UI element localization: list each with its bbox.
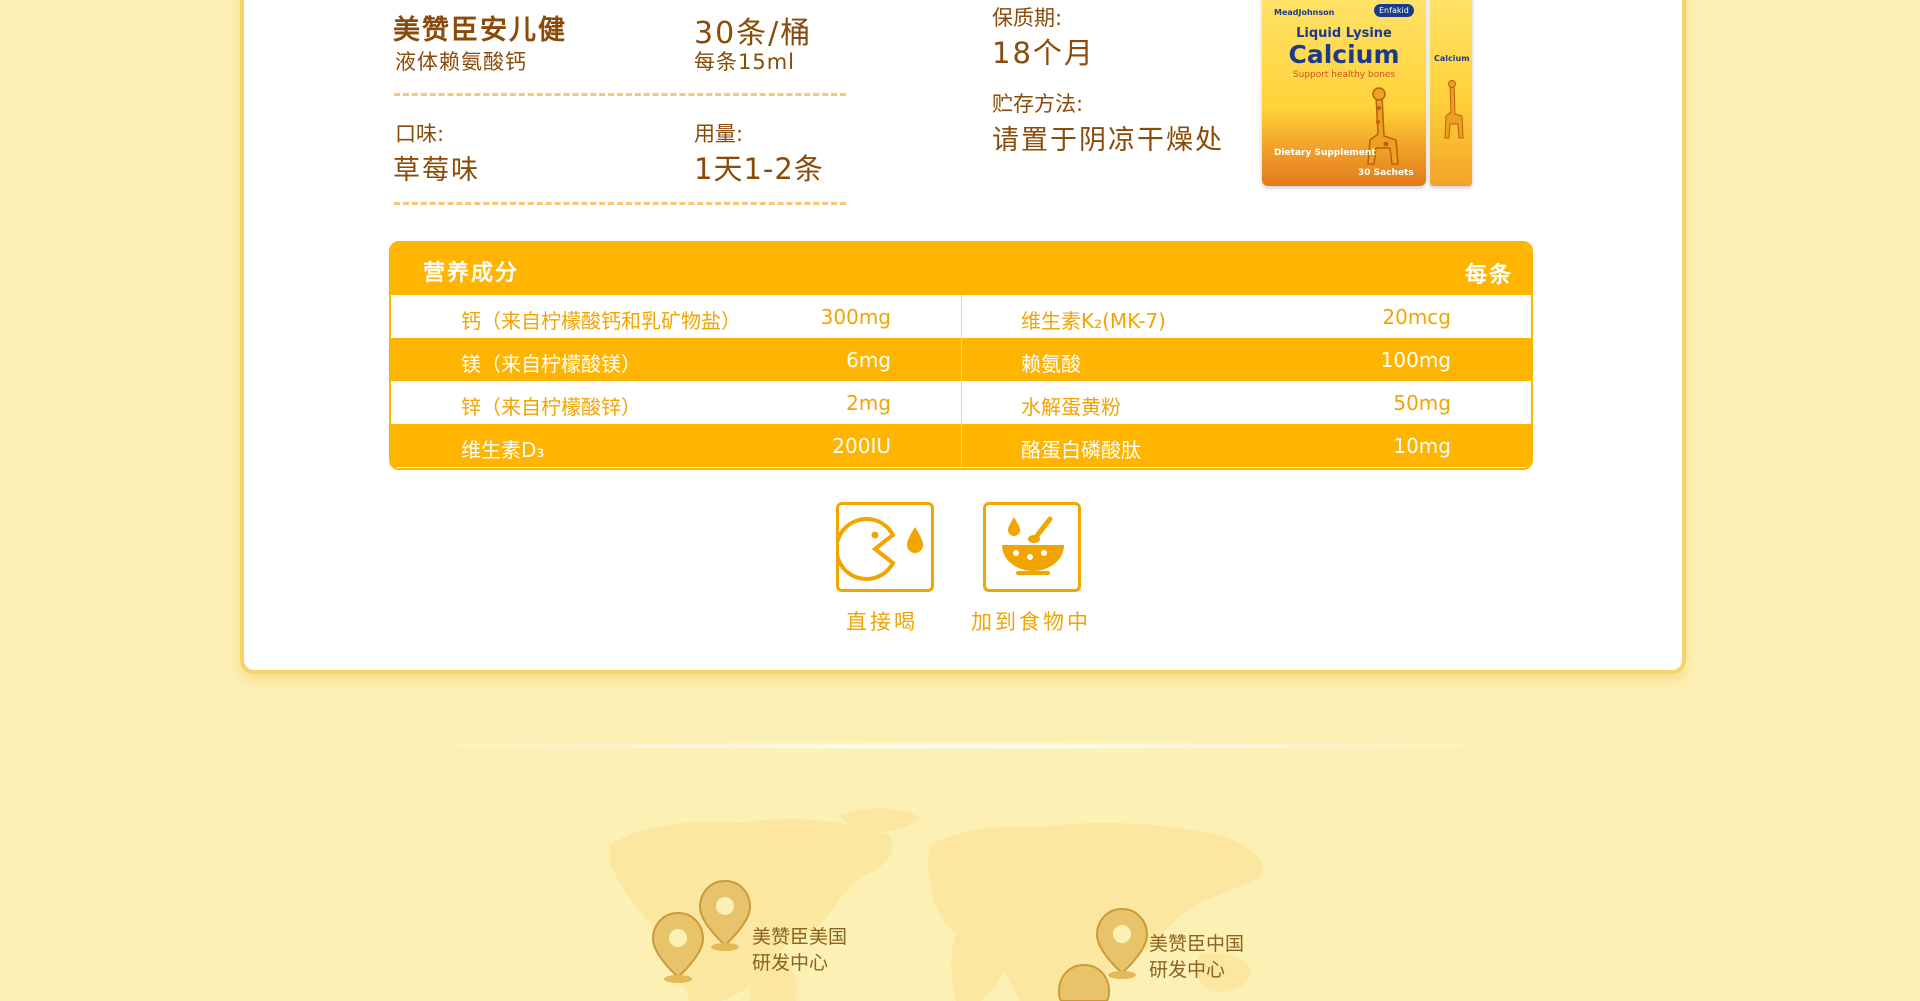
- add-to-food-icon-box: [983, 502, 1081, 592]
- dosage-label: 用量:: [694, 122, 744, 146]
- nutrient-value: 2mg: [846, 391, 891, 415]
- can-line2: Calcium: [1288, 40, 1400, 69]
- nutrient-value: 6mg: [846, 348, 891, 372]
- drink-directly-icon-box: [834, 502, 934, 592]
- flavor-value: 草莓味: [393, 155, 480, 186]
- nutrition-table-header: 营养成分 每条: [391, 243, 1531, 295]
- nutrient-name: 钙（来自柠檬酸钙和乳矿物盐）: [461, 309, 741, 333]
- research-center-label-cn: 美赞臣中国 研发中心: [1149, 931, 1244, 983]
- nutrient-value: 300mg: [820, 305, 891, 329]
- research-center-label-us: 美赞臣美国 研发中心: [752, 924, 847, 976]
- nutrient-value: 200IU: [832, 434, 891, 458]
- nutrient-value: 20mcg: [1382, 305, 1451, 329]
- research-center-line1: 美赞臣中国: [1149, 933, 1245, 955]
- divider: [394, 93, 846, 96]
- shelf-life-value: 18个月: [992, 36, 1095, 70]
- flavor-label: 口味:: [395, 122, 445, 146]
- nutrient-name: 赖氨酸: [1021, 352, 1081, 376]
- dosage-value: 1天1-2条: [694, 152, 824, 186]
- nutrient-name: 维生素D₃: [461, 438, 545, 462]
- product-spec-detail: 每条15ml: [694, 50, 796, 74]
- nutrient-name: 锌（来自柠檬酸锌）: [461, 395, 641, 419]
- nutrient-value: 100mg: [1380, 348, 1451, 372]
- sachet-name: Calcium: [1434, 54, 1470, 63]
- product-subname: 液体赖氨酸钙: [395, 50, 527, 74]
- can-badge: Enfakid: [1374, 4, 1414, 17]
- product-can: MeadJohnson Enfakid Liquid Lysine Calciu…: [1262, 0, 1426, 186]
- divider: [394, 202, 846, 205]
- can-sachets: 30 Sachets: [1358, 168, 1414, 178]
- research-center-line1: 美赞臣美国: [752, 926, 848, 948]
- nutrient-name: 镁（来自柠檬酸镁）: [461, 352, 641, 376]
- storage-label: 贮存方法:: [992, 92, 1084, 116]
- research-center-line2: 研发中心: [752, 952, 829, 974]
- nutrient-value: 10mg: [1393, 434, 1451, 458]
- section-divider-glow: [340, 742, 1580, 750]
- column-divider: [961, 295, 962, 467]
- product-image: MeadJohnson Enfakid Liquid Lysine Calciu…: [1262, 0, 1472, 190]
- can-line1: Liquid Lysine: [1296, 26, 1392, 41]
- drink-directly-icon: [834, 517, 923, 581]
- nutrition-title: 营养成分: [423, 261, 520, 286]
- nutrient-name: 维生素K₂(MK-7): [1021, 309, 1166, 333]
- add-to-food-icon: [1002, 516, 1064, 575]
- research-center-line2: 研发中心: [1149, 959, 1226, 981]
- can-brand: MeadJohnson: [1274, 8, 1335, 17]
- giraffe-icon: [1444, 80, 1464, 139]
- nutrient-value: 50mg: [1393, 391, 1451, 415]
- product-sachet: Calcium: [1430, 0, 1472, 186]
- nutrient-name: 酪蛋白磷酸肽: [1021, 438, 1141, 462]
- can-line3: Support healthy bones: [1292, 70, 1396, 80]
- product-name: 美赞臣安儿健: [393, 15, 567, 46]
- nutrition-per: 每条: [1464, 263, 1513, 288]
- storage-value: 请置于阴凉干燥处: [992, 125, 1224, 156]
- can-label: Dietary Supplement: [1274, 148, 1376, 158]
- usage-label: 加到食物中: [971, 610, 1091, 634]
- nutrient-name: 水解蛋黄粉: [1021, 395, 1121, 419]
- usage-label: 直接喝: [846, 610, 918, 634]
- shelf-life-label: 保质期:: [992, 6, 1063, 30]
- nutrition-table: 营养成分 每条 钙（来自柠檬酸钙和乳矿物盐） 300mg 维生素K₂(MK-7)…: [389, 241, 1533, 470]
